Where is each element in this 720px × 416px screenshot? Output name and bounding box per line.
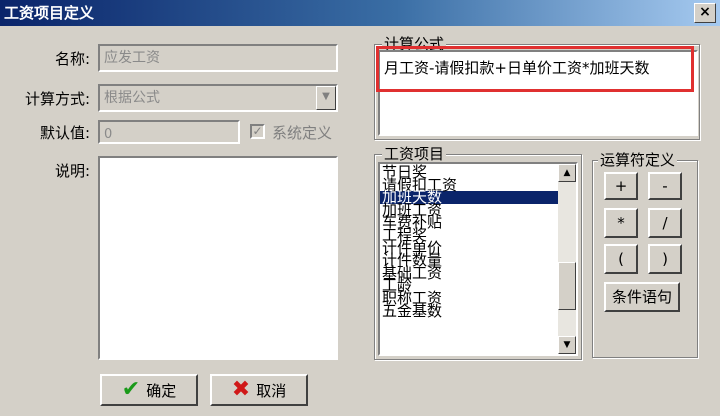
name-label: 名称: <box>54 50 90 68</box>
x-icon: ✖ <box>231 377 251 402</box>
operators-group-title: 运算符定义 <box>598 151 678 169</box>
calc-method-value: 根据公式 <box>104 90 160 106</box>
cancel-label: 取消 <box>256 381 287 400</box>
system-defined-checkbox[interactable]: ✓ <box>250 124 265 139</box>
right-paren-button[interactable]: ) <box>648 244 682 274</box>
name-value: 应发工资 <box>104 50 160 66</box>
description-label: 说明: <box>54 162 90 180</box>
default-value-label: 默认值: <box>39 124 90 142</box>
items-list[interactable]: 节日奖 请假扣工资 加班天数 加班工资 车费补贴 工程奖 计件单价 计件数量 基… <box>378 162 578 356</box>
scroll-down-icon[interactable]: ▼ <box>558 336 576 354</box>
scroll-up-icon[interactable]: ▲ <box>558 164 576 182</box>
cancel-button[interactable]: ✖ 取消 <box>210 374 308 406</box>
chevron-down-icon[interactable]: ▼ <box>316 86 336 110</box>
title-bar: 工资项目定义 × <box>0 0 720 26</box>
name-field[interactable]: 应发工资 <box>98 44 338 72</box>
divide-button[interactable]: / <box>648 208 682 238</box>
items-group-title: 工资项目 <box>382 145 447 163</box>
list-item[interactable]: 五金基数 <box>380 303 562 318</box>
close-button[interactable]: × <box>694 3 716 23</box>
minus-button[interactable]: - <box>648 172 682 200</box>
multiply-button[interactable]: * <box>604 208 638 238</box>
formula-highlight <box>376 46 694 92</box>
system-defined-label: 系统定义 <box>272 124 333 142</box>
description-textarea[interactable] <box>98 156 338 360</box>
check-icon: ✔ <box>121 377 141 402</box>
left-paren-button[interactable]: ( <box>604 244 638 274</box>
default-value: 0 <box>104 127 113 142</box>
items-scrollbar[interactable]: ▲ ▼ <box>558 164 576 354</box>
condition-statement-button[interactable]: 条件语句 <box>604 282 680 312</box>
calc-method-label: 计算方式: <box>24 90 90 108</box>
calc-method-select[interactable]: 根据公式 ▼ <box>98 84 338 112</box>
default-value-field[interactable]: 0 <box>98 120 240 144</box>
scroll-thumb[interactable] <box>558 262 576 310</box>
ok-label: 确定 <box>146 381 177 400</box>
ok-button[interactable]: ✔ 确定 <box>100 374 198 406</box>
plus-button[interactable]: + <box>604 172 638 200</box>
window-title: 工资项目定义 <box>4 4 95 22</box>
